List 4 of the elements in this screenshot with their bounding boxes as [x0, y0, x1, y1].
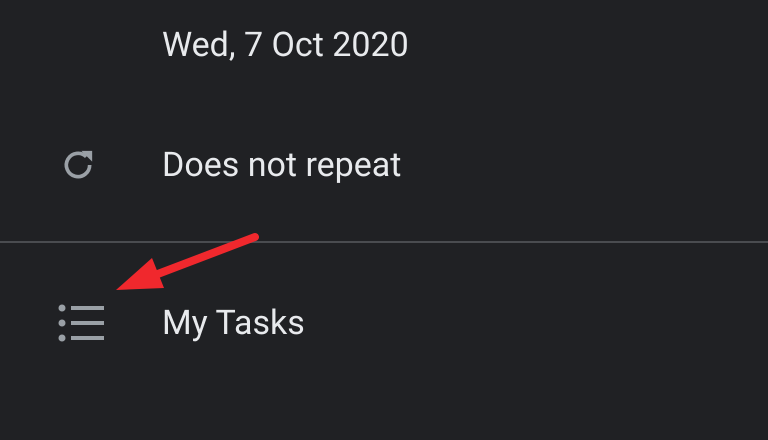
list-icon: [58, 304, 104, 342]
date-text: Wed, 7 Oct 2020: [162, 28, 409, 62]
task-list-label[interactable]: My Tasks: [162, 306, 305, 340]
repeat-label[interactable]: Does not repeat: [162, 148, 402, 182]
